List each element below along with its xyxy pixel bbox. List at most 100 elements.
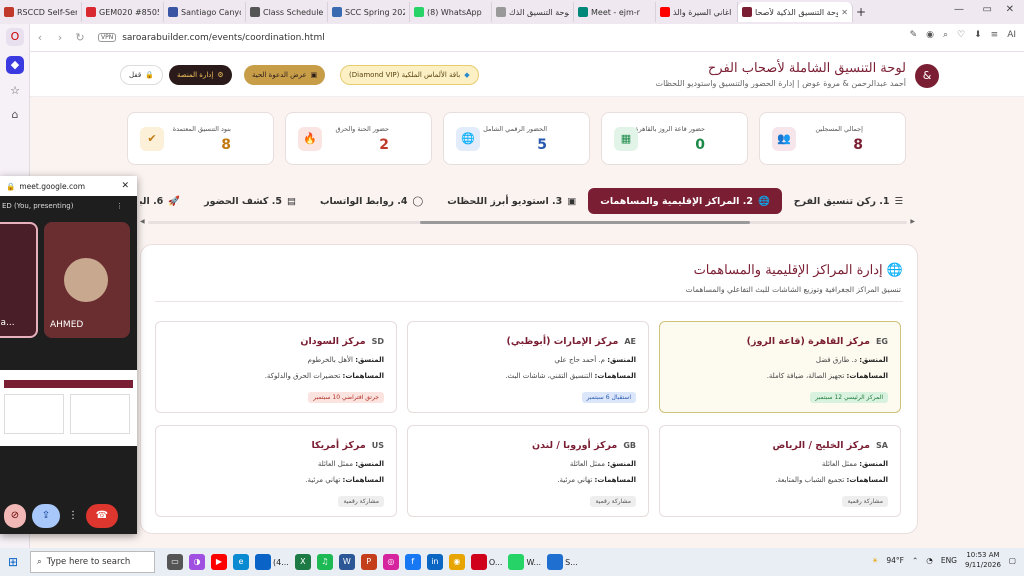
url-field[interactable]: saroarabuilder.com/events/coordination.h… bbox=[122, 33, 325, 43]
chrome-icon[interactable]: ◉ bbox=[448, 554, 465, 570]
panel-title-text: إدارة المراكز الإقليمية والمساهمات bbox=[693, 263, 883, 278]
notifications-icon: ▢ bbox=[1008, 555, 1016, 565]
excel-icon[interactable]: X bbox=[294, 554, 311, 570]
browser-tab[interactable]: Class Schedule - bbox=[246, 2, 328, 22]
browser-tab[interactable]: Santiago Canyon bbox=[164, 2, 246, 22]
panel-title: 🌐 إدارة المراكز الإقليمية والمساهمات bbox=[694, 263, 903, 278]
center-card[interactable]: US مركز أمريكا المنسق: ممثل العائلة المساهم… bbox=[155, 425, 397, 517]
camera-off-icon[interactable]: ⊘ bbox=[4, 504, 26, 528]
opera-logo-icon[interactable]: O bbox=[6, 28, 24, 46]
input-language[interactable]: ENG bbox=[941, 556, 957, 565]
menu-icon[interactable]: ≡ bbox=[991, 30, 999, 40]
download-icon[interactable]: ⬇ bbox=[974, 30, 982, 40]
new-tab-button[interactable]: + bbox=[853, 5, 869, 19]
clock[interactable]: 10:53 AM 9/11/2026 bbox=[965, 550, 1001, 570]
tab-favicon-icon bbox=[86, 7, 96, 17]
opera-app[interactable]: O... bbox=[470, 554, 502, 570]
browser-tab[interactable]: GEM020 #85059 bbox=[82, 2, 164, 22]
browser-tab[interactable]: لوحة التنسيق الذكية لأصحا ✕ bbox=[738, 2, 853, 22]
end-call-icon[interactable]: ☎ bbox=[86, 504, 118, 528]
vpn-badge[interactable]: VPN bbox=[98, 33, 117, 42]
center-card[interactable]: GB مركز أوروبا / لندن المنسق: ممثل العائلة… bbox=[407, 425, 649, 517]
section-tab[interactable]: ▣ 3. استوديو أبرز اللحظات bbox=[435, 188, 588, 214]
back-icon[interactable]: ‹ bbox=[30, 31, 50, 44]
heart-icon[interactable]: ♡ bbox=[957, 30, 965, 40]
scroll-left-icon[interactable]: ◀ bbox=[140, 218, 145, 225]
taskbar-apps: ▭ ◑ ▶ e (4... X ♫ W P ◎ f in ◉ O... W... S... bbox=[167, 554, 578, 570]
minimize-icon[interactable]: — bbox=[954, 4, 964, 15]
platform-admin-button[interactable]: ⚙ إدارة المنصة bbox=[169, 65, 232, 85]
reload-icon[interactable]: ↻ bbox=[70, 31, 90, 44]
sky-app[interactable]: S... bbox=[547, 554, 578, 570]
linkedin-icon[interactable]: in bbox=[426, 554, 443, 570]
spotify-icon[interactable]: ♫ bbox=[316, 554, 333, 570]
section-tab[interactable]: ▤ 5. كشف الحضور bbox=[192, 188, 308, 214]
lock-label: قفل bbox=[129, 71, 142, 79]
browser-tab[interactable]: اغاني السيرة والذ bbox=[656, 2, 738, 22]
browser-tab[interactable]: لوحة التنسيق الذك bbox=[492, 2, 574, 22]
center-card[interactable]: SA مركز الخليج / الرياض المنسق: ممثل العائ… bbox=[659, 425, 901, 517]
whatsapp-app[interactable]: W... bbox=[508, 554, 541, 570]
center-card[interactable]: EG مركز القاهرة (قاعة الروز) المنسق: د. طا… bbox=[659, 321, 901, 413]
camera-icon[interactable]: ◉ bbox=[926, 30, 934, 40]
scroll-right-icon[interactable]: ▶ bbox=[910, 218, 915, 225]
taskbar-search[interactable]: ⌕ Type here to search bbox=[30, 551, 155, 573]
word-icon[interactable]: W bbox=[338, 554, 355, 570]
search-icon: ⌕ bbox=[37, 557, 42, 567]
tab-title: Class Schedule - bbox=[263, 7, 323, 17]
contrib-value: تهاني مرئية. bbox=[305, 476, 341, 484]
tabs-scrollbar[interactable]: ◀ ▶ bbox=[140, 218, 915, 225]
section-tab[interactable]: ◯ 4. روابط الواتساب bbox=[308, 188, 435, 214]
stat-label: حضور قاعة الروز بالقاهرة bbox=[635, 125, 705, 133]
pinboard-icon[interactable]: ⌂ bbox=[6, 106, 24, 124]
participant-tile[interactable]: AHMED bbox=[44, 222, 130, 338]
close-tab-icon[interactable]: ✕ bbox=[841, 8, 848, 17]
self-tile[interactable]: r a... bbox=[0, 222, 38, 338]
outlook-app[interactable]: (4... bbox=[255, 554, 289, 570]
aria-icon[interactable]: ◆ bbox=[6, 56, 24, 74]
more-options-icon[interactable]: ⋮ bbox=[116, 202, 123, 210]
section-tab[interactable]: 🚀 6. البث المباشر ومو bbox=[140, 188, 192, 214]
tab-favicon-icon bbox=[332, 7, 342, 17]
page-subtitle: أحمد عبدالرحمن & مروة عوض | إدارة الحضور… bbox=[655, 79, 906, 88]
browser-tab[interactable]: RSCCD Self-Servi bbox=[0, 2, 82, 22]
browser-tab[interactable]: Meet - ejm-r bbox=[574, 2, 656, 22]
tab-favicon-icon bbox=[578, 7, 588, 17]
copilot-icon[interactable]: ◑ bbox=[189, 554, 205, 570]
lock-button[interactable]: 🔒 قفل bbox=[120, 65, 163, 85]
stat-label: حضور الحنة والحرق bbox=[335, 125, 389, 133]
browser-tab[interactable]: (8) WhatsApp bbox=[410, 2, 492, 22]
tab-favicon-icon bbox=[660, 7, 670, 17]
maximize-icon[interactable]: ▭ bbox=[983, 4, 992, 15]
aria-ai-button[interactable]: AI bbox=[1007, 30, 1016, 40]
tab-icon: ◯ bbox=[412, 195, 424, 207]
tray-chevron-icon: ⌃ bbox=[911, 555, 919, 565]
zoom-icon[interactable]: ⌕ bbox=[943, 30, 948, 40]
powerpoint-icon[interactable]: P bbox=[360, 554, 377, 570]
browser-tab[interactable]: SCC Spring 2023 bbox=[328, 2, 410, 22]
close-icon[interactable]: ✕ bbox=[121, 181, 129, 191]
facebook-icon[interactable]: f bbox=[404, 554, 421, 570]
close-window-icon[interactable]: ✕ bbox=[1006, 4, 1014, 15]
stat-card: حضور قاعة الروز بالقاهرة 0 ▦ bbox=[601, 112, 748, 165]
clock-date: 9/11/2026 bbox=[965, 561, 1001, 569]
youtube-icon[interactable]: ▶ bbox=[211, 554, 227, 570]
taskview-icon[interactable]: ▭ bbox=[167, 554, 183, 570]
section-tab[interactable]: ☰ 1. ركن تنسيق الفرح bbox=[782, 188, 915, 214]
instagram-icon[interactable]: ◎ bbox=[382, 554, 399, 570]
stat-value: 0 bbox=[695, 137, 705, 153]
view-invite-button[interactable]: ▣ عرض الدعوة الحية bbox=[244, 65, 326, 85]
forward-icon[interactable]: › bbox=[50, 31, 70, 44]
coordinator-value: الأهل بالخرطوم bbox=[307, 356, 353, 364]
star-icon[interactable]: ☆ bbox=[6, 82, 24, 100]
edit-icon[interactable]: ✎ bbox=[910, 30, 918, 40]
more-icon[interactable]: ⋮ bbox=[66, 504, 80, 528]
center-card[interactable]: SD مركز السودان المنسق: الأهل بالخرطوم المس… bbox=[155, 321, 397, 413]
present-icon[interactable]: ⇪ bbox=[32, 504, 60, 528]
section-tab[interactable]: 🌐 2. المراكز الإقليمية والمساهمات bbox=[588, 188, 782, 214]
invite-label: عرض الدعوة الحية bbox=[252, 71, 307, 79]
start-icon[interactable]: ⊞ bbox=[8, 555, 18, 569]
meet-pip-window[interactable]: 🔒 meet.google.com ✕ ED (You, presenting) ⋮ … bbox=[0, 176, 137, 534]
edge-icon[interactable]: e bbox=[233, 554, 249, 570]
center-card[interactable]: AE مركز الإمارات (أبوظبي) المنسق: م. أحمد … bbox=[407, 321, 649, 413]
